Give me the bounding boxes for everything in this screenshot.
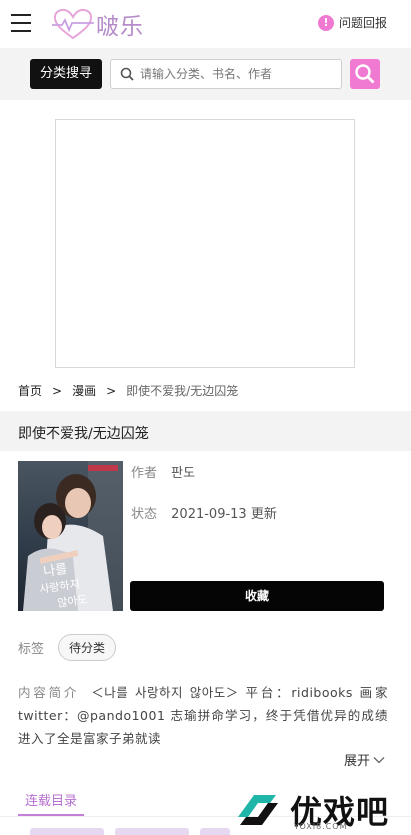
breadcrumb: 首页 > 漫画 > 即使不爱我/无边囚笼 — [18, 382, 238, 399]
book-intro: 内容简介 ＜나를 사랑하지 않아도＞ 平台：ridibooks 画家twitter… — [18, 681, 388, 750]
watermark-sub: YOXI8.COM — [294, 822, 348, 831]
search-icon — [355, 64, 375, 84]
breadcrumb-section-link[interactable]: 漫画 — [72, 382, 96, 399]
watermark: 优戏吧 YOXI8.COM — [232, 786, 410, 834]
tags-label: 标签 — [18, 642, 45, 657]
favorite-button[interactable]: 收藏 — [130, 581, 384, 611]
category-search-button[interactable]: 分类搜寻 — [30, 59, 102, 89]
cover-illustration: 나를 사랑하지 않아도 — [18, 461, 123, 611]
status-row: 状态 2021-09-13 更新 — [131, 503, 277, 522]
search-input[interactable] — [140, 67, 330, 81]
expand-label: 展开 — [344, 754, 371, 769]
alert-icon: ! — [317, 14, 334, 31]
chapter-chip[interactable] — [200, 828, 230, 835]
report-label: 问题回报 — [338, 16, 387, 30]
search-bar: 分类搜寻 — [0, 48, 411, 100]
heart-logo-icon — [52, 8, 94, 40]
tag-chip[interactable]: 待分类 — [58, 634, 117, 661]
author-name[interactable]: 판도 — [171, 466, 195, 481]
site-logo[interactable]: 啵乐 — [52, 6, 144, 42]
status-label: 状态 — [131, 507, 158, 522]
book-title: 即使不爱我/无边囚笼 — [18, 426, 149, 442]
status-value: 2021-09-13 更新 — [171, 507, 277, 522]
report-problem-button[interactable]: ! 问题回报 — [317, 14, 387, 31]
author-label: 作者 — [131, 466, 158, 481]
logo-text: 啵乐 — [96, 14, 144, 40]
ad-placeholder — [55, 119, 355, 368]
watermark-logo-icon — [238, 795, 278, 825]
top-header: 啵乐 ! 问题回报 — [0, 0, 411, 48]
search-submit-button[interactable] — [350, 59, 380, 89]
tab-serial-catalog[interactable]: 连载目录 — [18, 790, 84, 809]
search-box[interactable] — [110, 59, 342, 89]
book-cover-image[interactable]: 나를 사랑하지 않아도 — [18, 461, 123, 611]
chapter-chip[interactable] — [115, 828, 189, 835]
chevron-down-icon — [373, 756, 385, 763]
breadcrumb-separator: > — [106, 383, 117, 398]
breadcrumb-current: 即使不爱我/无边囚笼 — [126, 384, 239, 398]
menu-icon[interactable] — [11, 14, 33, 34]
intro-label: 内容简介 — [18, 685, 80, 700]
breadcrumb-separator: > — [52, 383, 63, 398]
search-icon — [120, 67, 134, 81]
chapter-chip[interactable] — [30, 828, 104, 835]
tags-row: 标签 待分类 — [18, 634, 117, 661]
breadcrumb-home-link[interactable]: 首页 — [18, 382, 42, 399]
book-title-bar: 即使不爱我/无边囚笼 — [0, 411, 411, 451]
expand-intro-button[interactable]: 展开 — [344, 750, 385, 769]
author-row: 作者 판도 — [131, 462, 195, 481]
